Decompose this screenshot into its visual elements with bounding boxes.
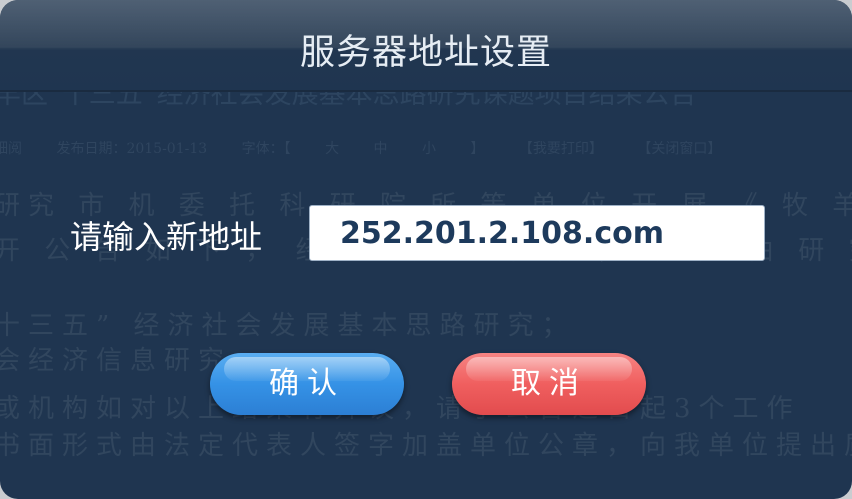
background-doc-meta: 细阅 发布日期：2015-01-13 字体：【 大 中 小 】 【我要打印】 【… xyxy=(0,141,722,157)
server-address-dialog: 羊区“十三五”经济社会发展基本思路研究课题项目结果公告 细阅 发布日期：2015… xyxy=(0,0,852,499)
server-address-input[interactable] xyxy=(309,205,765,261)
dialog-title: 服务器地址设置 xyxy=(299,33,552,73)
background-doc-paragraph: 会经济信息研究 xyxy=(0,346,233,376)
confirm-button-label: 确认 xyxy=(269,366,345,401)
cancel-button[interactable]: 取消 xyxy=(452,353,646,415)
address-field-label: 请输入新地址 xyxy=(70,218,263,256)
background-doc-paragraph: 十三五” 经济社会发展基本思路研究； xyxy=(0,311,576,341)
background-doc-paragraph: 书面形式由法定代表人签字加盖单位公章，向我单位提出质 xyxy=(0,431,852,461)
cancel-button-label: 取消 xyxy=(511,366,587,401)
confirm-button[interactable]: 确认 xyxy=(210,353,404,415)
